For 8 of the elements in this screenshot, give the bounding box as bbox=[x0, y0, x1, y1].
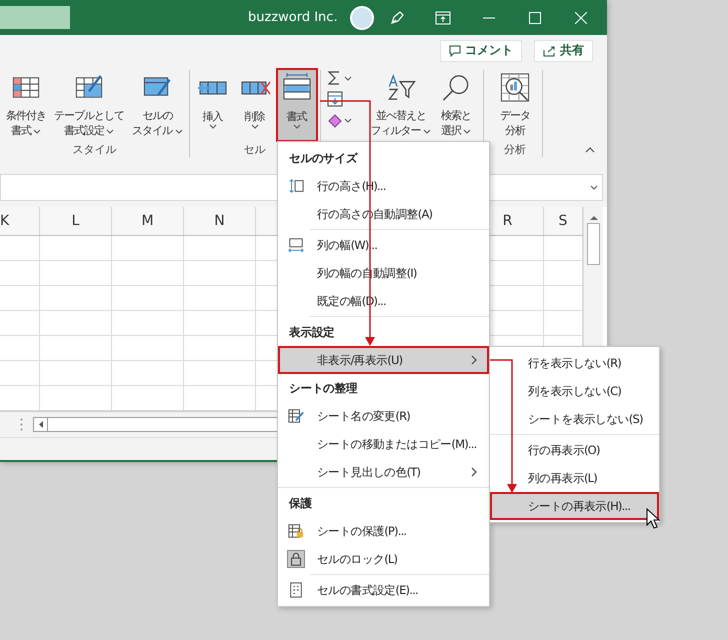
group-label: セル bbox=[244, 142, 266, 157]
menu-section-header: 保護 bbox=[288, 494, 313, 512]
window-title: buzzword Inc. bbox=[248, 10, 338, 25]
menu-section-header: シートの整理 bbox=[288, 380, 358, 396]
group-label: スタイル bbox=[72, 142, 116, 157]
menu-section-header: 表示設定 bbox=[288, 324, 336, 340]
group-label: 分析 bbox=[504, 142, 526, 157]
menu-section-header: セルのサイズ bbox=[288, 150, 359, 166]
